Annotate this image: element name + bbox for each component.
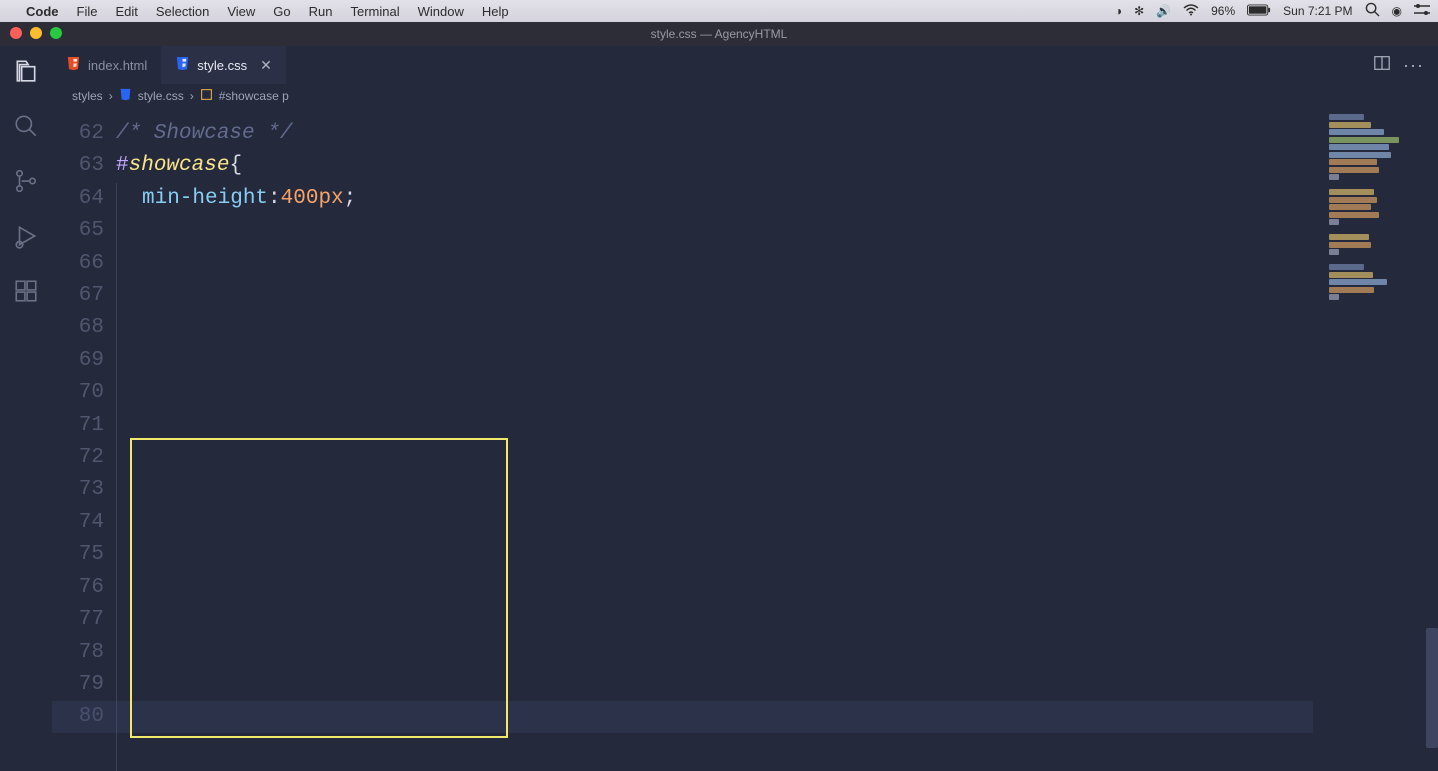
spotlight-icon[interactable] — [1365, 2, 1380, 20]
code-editor[interactable]: 62 63 64 65 66 67 68 69 70 71 72 73 74 7… — [52, 108, 1438, 771]
minimize-window-button[interactable] — [30, 27, 42, 39]
code-content[interactable]: /* Showcase */ #showcase{ min-height:400… — [116, 108, 1438, 771]
tab-label: index.html — [88, 58, 147, 73]
battery-percent: 96% — [1211, 4, 1235, 18]
split-editor-icon[interactable] — [1373, 54, 1391, 77]
traffic-lights — [10, 27, 62, 39]
menu-item[interactable]: Selection — [156, 4, 209, 19]
minimap[interactable] — [1329, 108, 1434, 771]
menu-item[interactable]: View — [227, 4, 255, 19]
menu-item[interactable]: Terminal — [351, 4, 400, 19]
chevron-right-icon: › — [190, 89, 194, 103]
mac-menu-bar: Code File Edit Selection View Go Run Ter… — [0, 0, 1438, 22]
tab-actions: ··· — [1373, 46, 1438, 84]
menu-item[interactable]: Help — [482, 4, 509, 19]
search-icon[interactable] — [13, 113, 39, 144]
volume-icon[interactable]: 🔊 — [1156, 4, 1171, 18]
tab-bar: index.html style.css ✕ ··· — [52, 46, 1438, 84]
chevron-right-icon: › — [109, 89, 113, 103]
siri-icon[interactable]: ◉ — [1392, 4, 1402, 18]
editor-root: index.html style.css ✕ ··· styles › styl… — [0, 46, 1438, 771]
maximize-window-button[interactable] — [50, 27, 62, 39]
crumb-file[interactable]: style.css — [138, 89, 184, 103]
crumb-symbol[interactable]: #showcase p — [219, 89, 289, 103]
battery-icon[interactable] — [1247, 4, 1271, 19]
source-control-icon[interactable] — [13, 168, 39, 199]
close-window-button[interactable] — [10, 27, 22, 39]
app-name[interactable]: Code — [26, 4, 59, 19]
menu-item[interactable]: File — [77, 4, 98, 19]
editor-main: index.html style.css ✕ ··· styles › styl… — [52, 46, 1438, 771]
scrollbar-thumb[interactable] — [1426, 628, 1438, 748]
status-icon[interactable]: ✻ — [1134, 4, 1144, 18]
close-tab-icon[interactable]: ✕ — [260, 57, 272, 74]
clock[interactable]: Sun 7:21 PM — [1283, 4, 1352, 18]
extensions-icon[interactable] — [13, 278, 39, 309]
tab-index-html[interactable]: index.html — [52, 46, 161, 84]
mac-menu-right: ◑ ✻ 🔊 96% Sun 7:21 PM ◉ — [1115, 2, 1430, 20]
line-gutter: 62 63 64 65 66 67 68 69 70 71 72 73 74 7… — [52, 108, 116, 771]
menu-item[interactable]: Edit — [115, 4, 137, 19]
css-file-icon — [175, 56, 190, 74]
mac-menu-left: Code File Edit Selection View Go Run Ter… — [8, 4, 527, 19]
vertical-scrollbar[interactable] — [1426, 108, 1438, 771]
status-icon[interactable]: ◑ — [1115, 4, 1122, 18]
tab-style-css[interactable]: style.css ✕ — [161, 46, 286, 84]
run-debug-icon[interactable] — [13, 223, 39, 254]
breadcrumb[interactable]: styles › style.css › #showcase p — [52, 84, 1438, 108]
control-center-icon[interactable] — [1414, 4, 1430, 19]
symbol-icon — [200, 88, 213, 104]
menu-item[interactable]: Go — [273, 4, 290, 19]
html-file-icon — [66, 56, 81, 74]
menu-item[interactable]: Window — [418, 4, 464, 19]
window-titlebar: style.css — AgencyHTML — [0, 22, 1438, 46]
activity-bar — [0, 46, 52, 771]
css-file-icon — [119, 88, 132, 104]
explorer-icon[interactable] — [13, 58, 39, 89]
more-actions-icon[interactable]: ··· — [1403, 55, 1424, 76]
window-title: style.css — AgencyHTML — [651, 27, 788, 41]
wifi-icon[interactable] — [1183, 4, 1199, 19]
tab-label: style.css — [197, 58, 247, 73]
crumb-folder[interactable]: styles — [72, 89, 103, 103]
menu-item[interactable]: Run — [309, 4, 333, 19]
